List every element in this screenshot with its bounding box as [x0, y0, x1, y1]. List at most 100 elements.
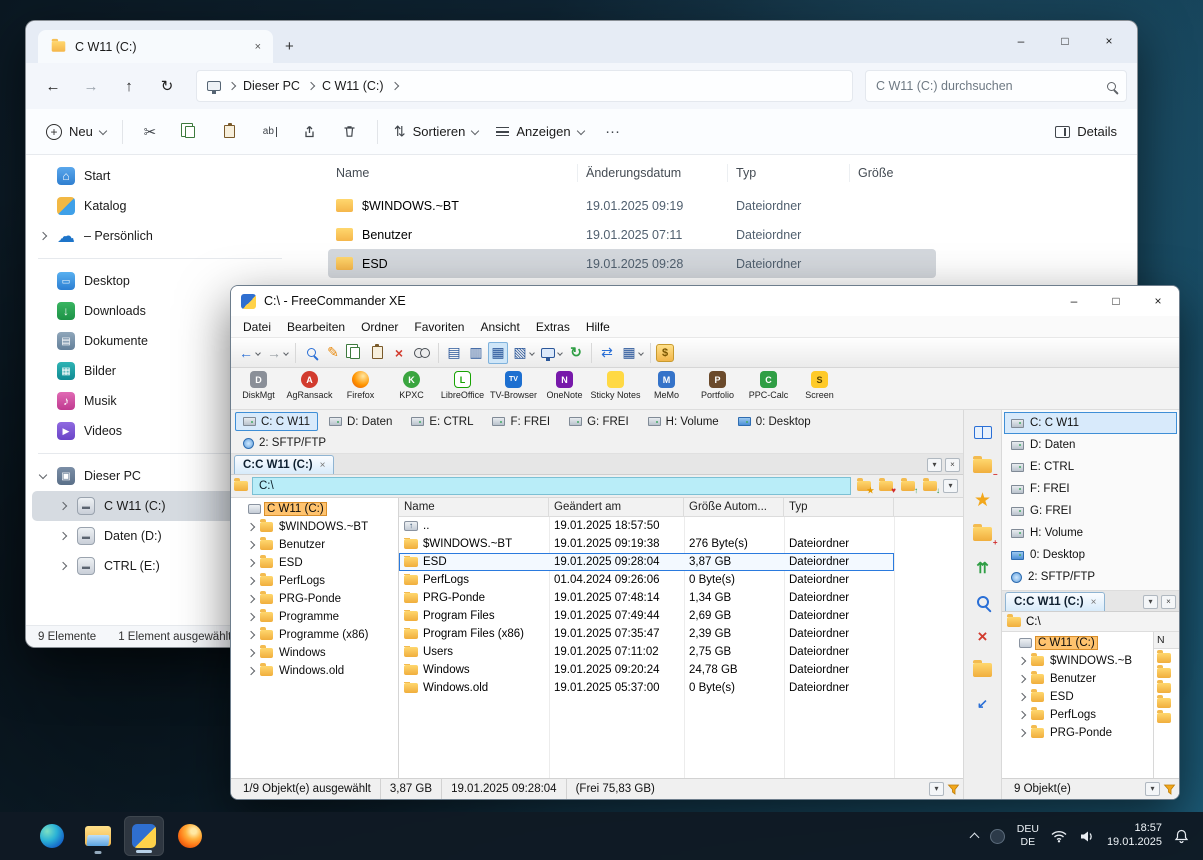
- new-tab-button[interactable]: +: [285, 38, 294, 55]
- refresh-button[interactable]: ↻: [150, 70, 184, 102]
- view-dropdown-icon[interactable]: [529, 349, 535, 356]
- drive-item[interactable]: C: C W11: [1004, 412, 1177, 434]
- drive-tab[interactable]: F: FREI: [484, 412, 558, 431]
- quick-view-icon[interactable]: ▦: [619, 342, 639, 364]
- tree-item[interactable]: ESD: [1002, 688, 1153, 706]
- tray-expand-chevron-icon[interactable]: [969, 832, 980, 842]
- edit-icon[interactable]: ✎: [323, 342, 343, 364]
- tree-item[interactable]: C W11 (C:): [1002, 634, 1153, 652]
- drive-tab[interactable]: 2: SFTP/FTP: [235, 434, 334, 453]
- tab-close-icon[interactable]: ×: [320, 460, 326, 471]
- expand-chevron-icon[interactable]: [1017, 692, 1027, 702]
- menu-item[interactable]: Hilfe: [578, 320, 618, 334]
- view-button[interactable]: Anzeigen: [492, 124, 587, 139]
- app-shortcut[interactable]: S Screen: [794, 371, 845, 400]
- app-shortcut[interactable]: N OneNote: [539, 371, 590, 400]
- delete-icon[interactable]: [335, 117, 365, 147]
- tree-item[interactable]: $WINDOWS.~B: [1002, 652, 1153, 670]
- refresh-icon[interactable]: ↻: [566, 342, 586, 364]
- tree-item[interactable]: Windows.old: [231, 662, 398, 680]
- back-icon[interactable]: ←: [236, 342, 256, 364]
- tab-close-icon[interactable]: ×: [1091, 597, 1097, 608]
- forward-history-dropdown-icon[interactable]: [283, 349, 289, 356]
- column-header-type[interactable]: Typ: [784, 498, 894, 516]
- expand-chevron-icon[interactable]: [1017, 710, 1027, 720]
- drive-tab[interactable]: C: C W11: [235, 412, 318, 431]
- app-shortcut[interactable]: L LibreOffice: [437, 371, 488, 400]
- edge-taskbar-icon[interactable]: [32, 816, 72, 856]
- back-button[interactable]: ←: [36, 70, 70, 102]
- tree-item[interactable]: PerfLogs: [1002, 706, 1153, 724]
- screen-layout-icon[interactable]: [538, 342, 558, 364]
- firefox-taskbar-icon[interactable]: [170, 816, 210, 856]
- share-icon[interactable]: [295, 117, 325, 147]
- drive-tab[interactable]: 0: Desktop: [730, 412, 819, 431]
- sidebar-item[interactable]: – Persönlich: [32, 221, 288, 251]
- expand-chevron-icon[interactable]: [246, 648, 256, 658]
- freecommander-taskbar-icon[interactable]: [124, 816, 164, 856]
- list-view-icon[interactable]: ▥: [466, 342, 486, 364]
- address-dropdown[interactable]: ▾: [943, 479, 958, 493]
- minimize-button[interactable]: –: [999, 34, 1043, 48]
- close-button[interactable]: ×: [1137, 286, 1179, 316]
- tab-list-dropdown[interactable]: ▾: [1143, 595, 1158, 609]
- folder-tab[interactable]: C:C W11 (C:) ×: [234, 455, 335, 474]
- swap-panels-icon[interactable]: [969, 420, 997, 444]
- folder-history-icon[interactable]: ↓: [921, 478, 940, 495]
- details-button[interactable]: Details: [1051, 124, 1121, 139]
- file-row[interactable]: $WINDOWS.~BT 19.01.2025 09:19:38 276 Byt…: [399, 535, 894, 553]
- search-box[interactable]: [865, 70, 1127, 102]
- layout-dropdown-icon[interactable]: [557, 349, 563, 356]
- file-row[interactable]: Windows.old 19.01.2025 05:37:00 0 Byte(s…: [399, 679, 894, 697]
- chevron-icon[interactable]: [38, 231, 48, 241]
- delete-icon[interactable]: ×: [969, 624, 997, 648]
- sidebar-item[interactable]: Katalog: [32, 191, 288, 221]
- chevron-icon[interactable]: [58, 561, 68, 571]
- column-header-type[interactable]: Typ: [728, 164, 850, 182]
- tree-item[interactable]: Programme: [231, 608, 398, 626]
- menu-item[interactable]: Favoriten: [406, 320, 472, 334]
- breadcrumb-item[interactable]: C W11 (C:): [322, 79, 399, 93]
- folder-minus-icon[interactable]: −: [969, 454, 998, 479]
- expand-chevron-icon[interactable]: [246, 522, 256, 532]
- folder-plus-icon[interactable]: +: [969, 522, 998, 547]
- file-row[interactable]: PRG-Ponde 19.01.2025 07:48:14 1,34 GB Da…: [399, 589, 894, 607]
- breadcrumb-item[interactable]: Dieser PC: [243, 79, 316, 93]
- chevron-icon[interactable]: [58, 531, 68, 541]
- forward-icon[interactable]: →: [264, 342, 284, 364]
- expand-chevron-icon[interactable]: [246, 540, 256, 550]
- tree-item[interactable]: Programme (x86): [231, 626, 398, 644]
- tree-item[interactable]: $WINDOWS.~BT: [231, 518, 398, 536]
- chevron-icon[interactable]: [38, 470, 48, 480]
- notification-bell-icon[interactable]: [1174, 829, 1189, 844]
- maximize-button[interactable]: □: [1043, 34, 1087, 48]
- grid-view-icon[interactable]: ▦: [488, 341, 508, 364]
- quick-view-dropdown-icon[interactable]: [638, 349, 644, 356]
- forward-button[interactable]: →: [74, 70, 108, 102]
- column-header-size[interactable]: Größe: [850, 164, 936, 182]
- tray-app-icon[interactable]: [989, 828, 1005, 844]
- sync-folders-icon[interactable]: ⇈: [969, 556, 997, 580]
- status-dropdown[interactable]: ▾: [1145, 782, 1160, 796]
- tree-item[interactable]: Benutzer: [231, 536, 398, 554]
- file-row[interactable]: ESD 19.01.2025 09:28:04 3,87 GB Dateiord…: [399, 553, 894, 571]
- menu-item[interactable]: Bearbeiten: [279, 320, 353, 334]
- address-bar[interactable]: C:\: [252, 477, 851, 495]
- folder-icon[interactable]: [969, 658, 997, 682]
- tab-list-dropdown[interactable]: ▾: [927, 458, 942, 472]
- drive-tab[interactable]: H: Volume: [640, 412, 727, 431]
- search-input[interactable]: [876, 79, 1101, 93]
- folder-tab[interactable]: C:C W11 (C:) ×: [1005, 592, 1106, 611]
- expand-chevron-icon[interactable]: [246, 576, 256, 586]
- file-row[interactable]: $WINDOWS.~BT 19.01.2025 09:19 Dateiordne…: [328, 191, 936, 220]
- split-view-icon[interactable]: ▧: [510, 342, 530, 364]
- file-row[interactable]: ESD 19.01.2025 09:28 Dateiordner: [328, 249, 936, 278]
- file-row[interactable]: Program Files (x86) 19.01.2025 07:35:47 …: [399, 625, 894, 643]
- expand-chevron-icon[interactable]: [246, 630, 256, 640]
- cut-icon[interactable]: ✂: [135, 117, 165, 147]
- tab-close-button[interactable]: ×: [945, 458, 960, 472]
- app-shortcut[interactable]: M MeMo: [641, 371, 692, 400]
- tree-item[interactable]: Windows: [231, 644, 398, 662]
- expand-chevron-icon[interactable]: [1017, 728, 1027, 738]
- drive-item[interactable]: G: FREI: [1004, 500, 1177, 522]
